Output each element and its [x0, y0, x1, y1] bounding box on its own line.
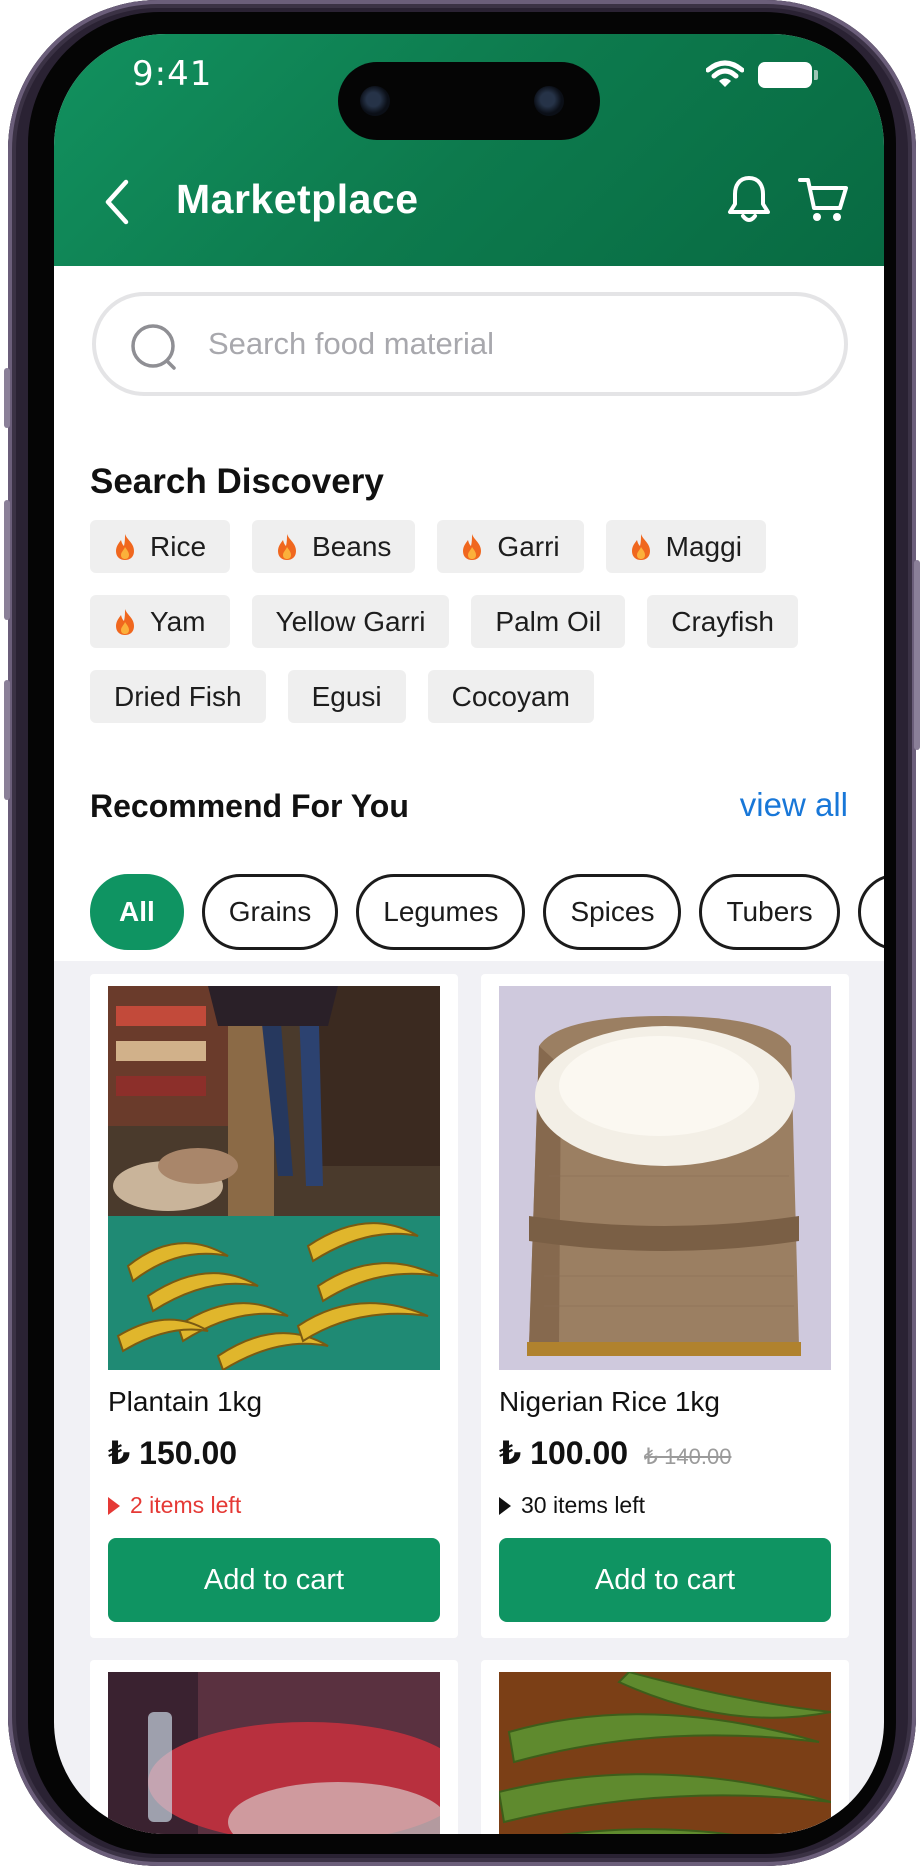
bell-icon[interactable]	[722, 172, 776, 226]
fire-icon	[278, 533, 297, 560]
plantain-image	[108, 986, 440, 1370]
chip-label: Cocoyam	[451, 680, 570, 712]
content-area: Search Discovery Rice Beans Garri	[54, 266, 884, 961]
chip-label: Maggi	[665, 530, 742, 562]
camera-icon	[360, 86, 390, 116]
tab-more[interactable]	[857, 874, 884, 950]
chip-beans[interactable]: Beans	[252, 520, 416, 573]
page-title: Marketplace	[176, 176, 419, 222]
fire-icon	[631, 533, 650, 560]
sensor-icon	[534, 86, 564, 116]
product-price: ₺ 150.00	[108, 1435, 238, 1471]
tab-all[interactable]: All	[90, 874, 184, 950]
chip-crayfish[interactable]: Crayfish	[647, 595, 798, 648]
chip-label: Dried Fish	[114, 680, 242, 712]
recommend-title: Recommend For You	[90, 788, 409, 824]
tab-grains[interactable]: Grains	[201, 874, 339, 950]
okra-image	[499, 1672, 831, 1834]
chip-maggi[interactable]: Maggi	[605, 520, 766, 573]
chip-row: Dried Fish Egusi Cocoyam	[90, 670, 850, 723]
status-icons	[706, 60, 818, 90]
back-chevron-icon[interactable]	[98, 174, 138, 230]
price-row: ₺ 150.00	[108, 1434, 237, 1472]
dynamic-island	[338, 62, 600, 140]
stock-indicator: 30 items left	[499, 1492, 645, 1519]
power-button	[914, 560, 920, 750]
stock-text: 30 items left	[521, 1492, 645, 1518]
app-screen: 9:41 Marketplace Search food material Se…	[54, 34, 884, 1834]
cart-icon[interactable]	[796, 172, 850, 226]
product-card-partial[interactable]	[481, 1660, 849, 1834]
chip-label: Crayfish	[671, 605, 774, 637]
market-image	[108, 1672, 440, 1834]
chip-garri[interactable]: Garri	[437, 520, 584, 573]
tab-legumes[interactable]: Legumes	[356, 874, 526, 950]
volume-up-button	[4, 500, 10, 620]
chip-egusi[interactable]: Egusi	[287, 670, 406, 723]
tab-spices[interactable]: Spices	[543, 874, 682, 950]
chip-label: Garri	[497, 530, 560, 562]
rice-image	[499, 986, 831, 1370]
stock-indicator: 2 items left	[108, 1492, 241, 1519]
chip-label: Yam	[150, 605, 206, 637]
fire-icon	[463, 533, 482, 560]
triangle-icon	[499, 1496, 511, 1515]
product-name: Plantain 1kg	[108, 1386, 263, 1417]
category-tabs: All Grains Legumes Spices Tubers	[90, 874, 884, 950]
stock-text: 2 items left	[130, 1492, 242, 1518]
product-old-price: ₺ 140.00	[644, 1444, 732, 1469]
chip-label: Egusi	[311, 680, 382, 712]
volume-down-button	[4, 680, 10, 800]
app-header: 9:41 Marketplace	[54, 34, 884, 266]
fire-icon	[116, 608, 134, 635]
chip-row: Rice Beans Garri Maggi	[90, 520, 850, 573]
tab-tubers[interactable]: Tubers	[699, 874, 840, 950]
chip-label: Rice	[150, 530, 207, 562]
chip-dried-fish[interactable]: Dried Fish	[90, 670, 266, 723]
search-input[interactable]	[208, 316, 808, 372]
chip-label: Yellow Garri	[275, 605, 426, 637]
view-all-link[interactable]: view all	[740, 786, 848, 824]
add-to-cart-button[interactable]: Add to cart	[108, 1538, 440, 1622]
chip-rice[interactable]: Rice	[90, 520, 231, 573]
product-card-partial[interactable]	[90, 1660, 458, 1834]
chip-cocoyam[interactable]: Cocoyam	[427, 670, 594, 723]
price-row: ₺ 100.00 ₺ 140.00	[499, 1434, 731, 1472]
chip-row: Yam Yellow Garri Palm Oil Crayfish	[90, 595, 850, 648]
chip-yellow-garri[interactable]: Yellow Garri	[251, 595, 450, 648]
chip-label: Palm Oil	[495, 605, 602, 637]
product-price: ₺ 100.00	[499, 1435, 629, 1471]
triangle-icon	[108, 1496, 120, 1515]
product-card-rice[interactable]: Nigerian Rice 1kg ₺ 100.00 ₺ 140.00 30 i…	[481, 974, 849, 1638]
phone-frame: 9:41 Marketplace Search food material Se…	[4, 0, 920, 1866]
battery-icon	[758, 62, 818, 88]
search-icon	[131, 324, 176, 370]
chip-yam[interactable]: Yam	[90, 595, 230, 648]
fire-icon	[116, 533, 134, 560]
product-name: Nigerian Rice 1kg	[499, 1386, 720, 1417]
wifi-icon	[706, 60, 744, 87]
silent-switch	[4, 368, 10, 428]
chip-palm-oil[interactable]: Palm Oil	[471, 595, 626, 648]
chip-label: Beans	[312, 530, 392, 562]
status-time: 9:41	[132, 54, 213, 94]
search-discovery-title: Search Discovery	[90, 462, 384, 501]
product-card-plantain[interactable]: Plantain 1kg ₺ 150.00 2 items left Add t…	[90, 974, 458, 1638]
add-to-cart-button[interactable]: Add to cart	[499, 1538, 831, 1622]
discovery-chips: Rice Beans Garri Maggi Yam Yellow Garri …	[90, 520, 850, 745]
search-bar[interactable]	[92, 292, 848, 396]
